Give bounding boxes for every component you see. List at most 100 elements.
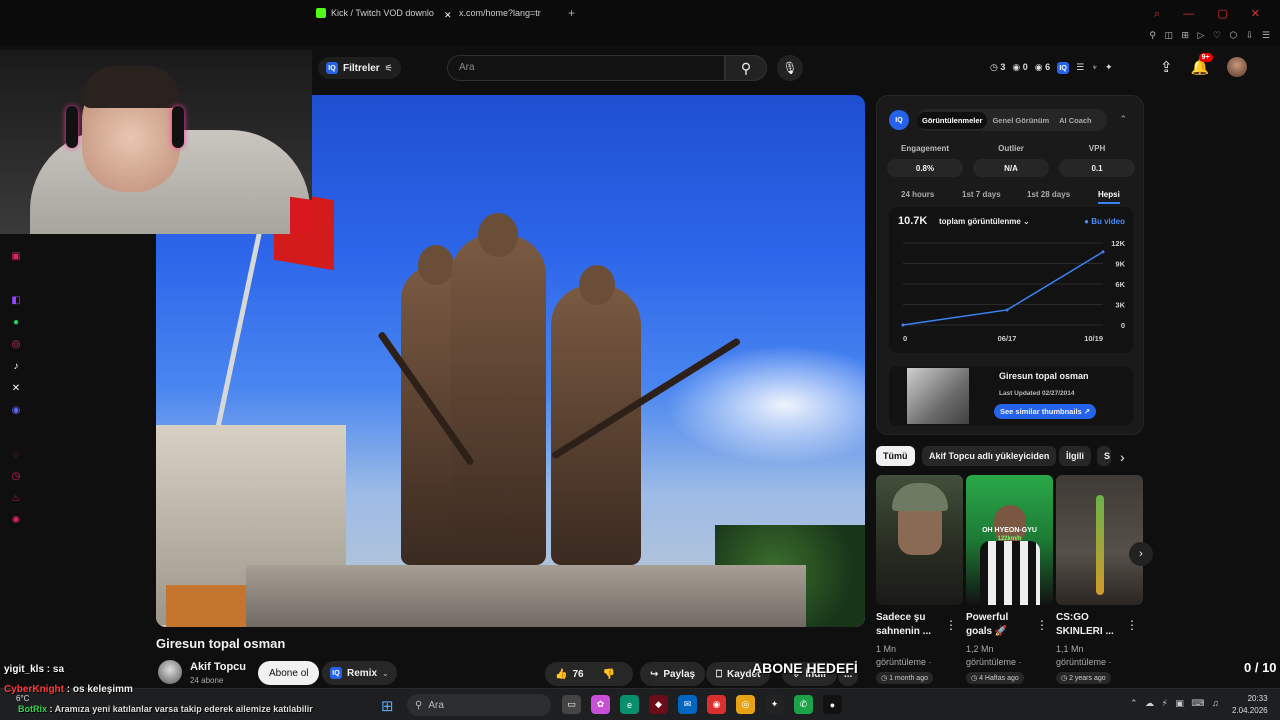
related-thumbnail[interactable]: OH HYEON-GYU 122km/h bbox=[966, 475, 1053, 605]
thumbs-down-icon[interactable]: 👎 bbox=[603, 669, 615, 680]
chip-uploader[interactable]: Akif Topcu adlı yükleyiciden bbox=[922, 446, 1057, 466]
metric-value: 0.1 bbox=[1059, 159, 1135, 177]
subscribe-button[interactable]: Abone ol bbox=[258, 661, 320, 685]
outlook-icon[interactable]: ✉ bbox=[678, 695, 697, 714]
weather-widget[interactable]: 6°C bbox=[16, 694, 29, 703]
remix-button[interactable]: IQ Remix ⌄ bbox=[322, 661, 397, 685]
header-right: ⇪ 🔔 9+ bbox=[1160, 53, 1248, 77]
clock-date: 2.04.2026 bbox=[1232, 706, 1268, 715]
filters-button[interactable]: IQ Filtreler ⚟ bbox=[318, 57, 401, 79]
chevron-up-icon[interactable]: ⌃ bbox=[1119, 114, 1127, 125]
chevron-right-icon[interactable]: › bbox=[1129, 542, 1153, 566]
range-7d[interactable]: 1st 7 days bbox=[962, 190, 1001, 199]
video-frame-statue-head bbox=[418, 245, 454, 285]
discord-icon[interactable]: ◉ bbox=[8, 399, 24, 421]
filters-label: Filtreler bbox=[343, 62, 380, 74]
search-icon: ⚲ bbox=[415, 699, 423, 711]
recording-icon[interactable]: ● bbox=[823, 695, 842, 714]
circle-icon[interactable]: ◌ bbox=[8, 443, 24, 465]
related-meta: 1,2 Mn görüntüleme · bbox=[966, 643, 1038, 669]
new-tab-button[interactable]: + bbox=[568, 6, 575, 20]
video-thumbnail bbox=[907, 368, 969, 424]
chart-legend: ● Bu video bbox=[1084, 217, 1125, 226]
tab-views[interactable]: Görüntülenmeler bbox=[917, 111, 988, 129]
twitch-icon[interactable]: ◧ bbox=[8, 289, 24, 311]
app-icon[interactable]: ◆ bbox=[649, 695, 668, 714]
chart-metric-select[interactable]: toplam görüntülenme ⌄ bbox=[939, 217, 1030, 226]
clock-icon[interactable]: ◷ bbox=[8, 465, 24, 487]
thumbs-up-icon[interactable]: 👍 bbox=[555, 669, 567, 680]
notifications-button[interactable]: 🔔 9+ bbox=[1191, 53, 1213, 76]
trophy-icon[interactable]: ♆ bbox=[1091, 62, 1098, 74]
browser-tab-x[interactable]: ✕ x.com/home?lang=tr bbox=[444, 8, 541, 20]
extension-icons[interactable]: ⚲ ◫ ⊞ ▷ ♡ ⬡ ⇩ ☰ bbox=[1149, 30, 1270, 41]
notification-badge: 9+ bbox=[1198, 53, 1213, 62]
share-icon: ↪ bbox=[650, 668, 659, 680]
tab-overview[interactable]: Genel Görünüm bbox=[987, 112, 1054, 129]
search-button[interactable]: ⚲ bbox=[725, 55, 767, 81]
chart-metric-label: toplam görüntülenme bbox=[939, 217, 1021, 226]
more-vert-icon[interactable]: ⋮ bbox=[1126, 618, 1138, 632]
metric-label: VPH bbox=[1088, 144, 1106, 153]
taskbar-search[interactable]: ⚲ Ara bbox=[407, 694, 551, 716]
kick-icon[interactable]: ▣ bbox=[8, 245, 24, 267]
views-chart: 0 3K 6K 9K 12K 0 06/17 10/19 bbox=[901, 239, 1126, 343]
account-avatar[interactable] bbox=[1227, 57, 1248, 77]
sparkle-icon[interactable]: ✦ bbox=[1105, 62, 1113, 74]
window-controls[interactable]: ⌕ — ▢ ✕ bbox=[1154, 7, 1270, 21]
related-title[interactable]: Powerful goals 🚀 bbox=[966, 611, 1036, 639]
chat-message: CyberKnight : os keleşimm bbox=[4, 684, 133, 695]
whatsapp-icon[interactable]: ● bbox=[8, 311, 24, 333]
gear-icon[interactable]: ✺ bbox=[8, 509, 24, 531]
instagram-icon[interactable]: ◎ bbox=[8, 333, 24, 355]
chip-related[interactable]: İlgili bbox=[1059, 446, 1091, 466]
share-button[interactable]: ↪ Paylaş bbox=[640, 662, 706, 686]
series-line bbox=[902, 251, 1104, 326]
iq-icon[interactable]: IQ bbox=[1057, 62, 1070, 74]
thumbnail-card: Giresun topal osman Last Updated 02/27/2… bbox=[889, 366, 1133, 426]
metric-label: Engagement bbox=[900, 144, 949, 153]
related-title[interactable]: Sadece şu sahnenin ... bbox=[876, 611, 946, 639]
taskbar-apps: ▭ ✿ e ◆ ✉ ◉ ◎ ✦ ✆ ● bbox=[562, 695, 842, 714]
obs-icon[interactable]: ✦ bbox=[765, 695, 784, 714]
range-all[interactable]: Hepsi bbox=[1098, 190, 1120, 204]
chat-message: BotRix : Aramıza yeni katılanlar varsa t… bbox=[18, 704, 313, 714]
system-tray[interactable]: ⌃ ☁ ⚡ ▣ ⌨ ♫ bbox=[1130, 698, 1219, 709]
range-24h[interactable]: 24 hours bbox=[901, 190, 934, 199]
chevron-right-icon[interactable]: › bbox=[1120, 449, 1125, 465]
share-label: Paylaş bbox=[663, 668, 696, 680]
edge-icon[interactable]: e bbox=[620, 695, 639, 714]
chevron-down-icon: ⌄ bbox=[382, 668, 389, 678]
tab-ai-coach[interactable]: AI Coach bbox=[1054, 112, 1097, 129]
system-clock[interactable]: 20:33 2.04.2026 bbox=[1232, 693, 1268, 717]
channel-name[interactable]: Akif Topcu bbox=[190, 661, 246, 673]
whatsapp-icon[interactable]: ✆ bbox=[794, 695, 813, 714]
like-dislike-group[interactable]: 👍 76 👎 bbox=[545, 662, 633, 686]
chart-total: 10.7K bbox=[898, 215, 928, 227]
task-view-icon[interactable]: ▭ bbox=[562, 695, 581, 714]
series-point bbox=[1005, 308, 1009, 312]
flame-icon[interactable]: ♨ bbox=[8, 487, 24, 509]
similar-thumbnails-button[interactable]: See similar thumbnails ↗ bbox=[994, 404, 1097, 419]
x-icon[interactable]: ✕ bbox=[8, 377, 24, 399]
search-input[interactable]: Ara bbox=[447, 55, 725, 81]
browser-tab-kick[interactable]: Kick / Twitch VOD downlo bbox=[316, 8, 434, 18]
more-vert-icon[interactable]: ⋮ bbox=[945, 618, 957, 632]
related-thumbnail[interactable] bbox=[1056, 475, 1143, 605]
chip-all[interactable]: Tümü bbox=[876, 446, 915, 466]
upload-icon[interactable]: ⇪ bbox=[1160, 58, 1173, 76]
list-icon[interactable]: ☰ bbox=[1076, 62, 1084, 74]
browser-icon[interactable]: ◉ bbox=[707, 695, 726, 714]
related-thumbnail[interactable] bbox=[876, 475, 963, 605]
chrome-icon[interactable]: ◎ bbox=[736, 695, 755, 714]
more-vert-icon[interactable]: ⋮ bbox=[1036, 618, 1048, 632]
channel-avatar[interactable] bbox=[158, 660, 182, 684]
copilot-icon[interactable]: ✿ bbox=[591, 695, 610, 714]
chip-more[interactable]: S bbox=[1097, 446, 1111, 466]
voice-search-button[interactable]: 🎙 bbox=[777, 55, 803, 81]
related-title[interactable]: CS:GO SKINLERI ... bbox=[1056, 611, 1126, 639]
windows-start-icon[interactable]: ⊞ bbox=[381, 697, 394, 715]
tiktok-icon[interactable]: ♪ bbox=[8, 355, 24, 377]
range-28d[interactable]: 1st 28 days bbox=[1027, 190, 1070, 199]
